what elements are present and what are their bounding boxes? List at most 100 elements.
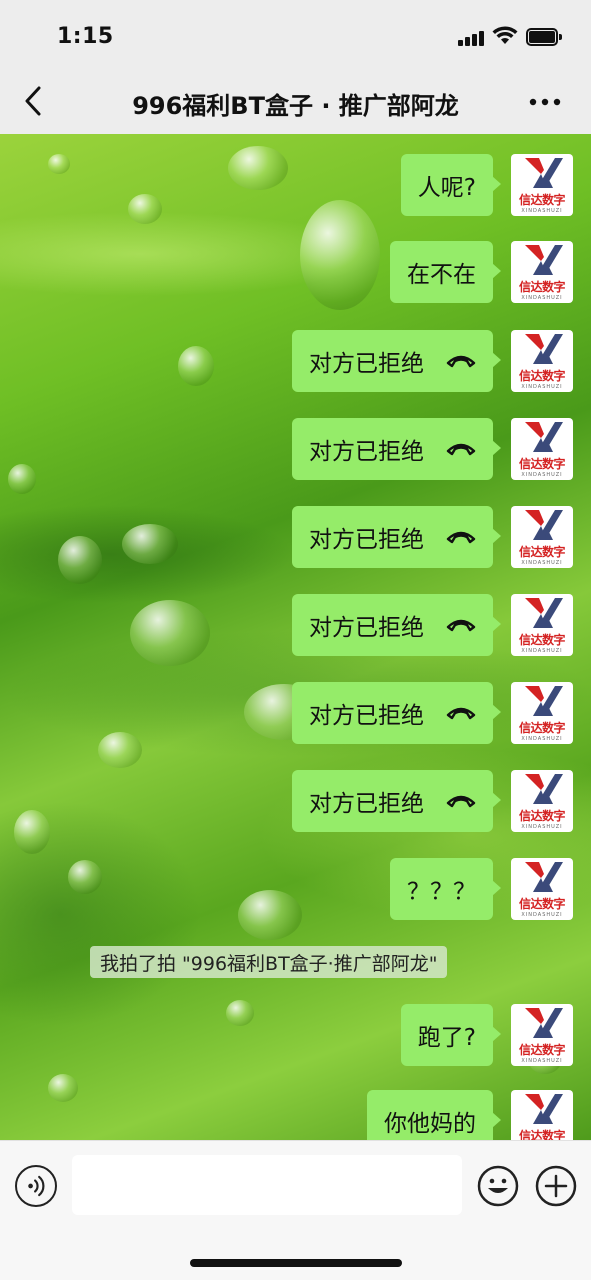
message-bubble[interactable]: 在不在 [390,241,501,303]
user-avatar[interactable]: 信达数字XINDASHUZI [511,154,573,216]
message-row: ？？？ 信达数字 XINDASHUZI [93,858,573,920]
user-avatar[interactable]: 信达数字XINDASHUZI [511,506,573,568]
water-drop [8,464,36,494]
avatar-name: 信达数字 [518,721,566,735]
message-text: 对方已拒绝 [309,615,424,641]
phone-hangup-icon [446,707,476,720]
message-text: 你他妈的 [384,1111,476,1137]
user-avatar[interactable]: 信达数字XINDASHUZI [511,330,573,392]
message-row: 对方已拒绝 信达数字 XINDASHUZI [93,682,573,744]
input-bar [0,1140,591,1280]
user-avatar[interactable]: 信达数字XINDASHUZI [511,1090,573,1140]
brand-logo-icon [525,862,563,892]
avatar-subtitle: XINDASHUZI [521,824,563,830]
pat-system-message: 我拍了拍 "996福利BT盒子·推广部阿龙" [90,946,448,978]
message-row: 在不在 信达数字 XINDASHUZI [93,241,573,303]
more-icon[interactable] [528,92,562,112]
avatar-subtitle: XINDASHUZI [521,912,563,918]
avatar-name: 信达数字 [518,1043,566,1057]
message-text: 对方已拒绝 [309,351,424,377]
status-bar: 1:15 [0,0,591,70]
call-record-bubble[interactable]: 对方已拒绝 [292,330,501,392]
brand-logo-icon [525,598,563,628]
message-text: ？？？ [407,879,476,905]
water-drop [48,1074,78,1102]
message-row: 对方已拒绝 信达数字 XINDASHUZI [93,330,573,392]
avatar-name: 信达数字 [518,193,566,207]
brand-logo-icon [525,245,563,275]
message-row: 对方已拒绝 信达数字 XINDASHUZI [93,418,573,480]
brand-logo-icon [525,510,563,540]
message-text: 对方已拒绝 [309,527,424,553]
message-bubble[interactable]: 人呢? [400,154,502,216]
user-avatar[interactable]: 信达数字XINDASHUZI [511,1004,573,1066]
user-avatar[interactable]: 信达数字XINDASHUZI [511,594,573,656]
emoji-icon[interactable] [477,1165,519,1207]
battery-icon [526,28,562,46]
call-record-bubble[interactable]: 对方已拒绝 [292,506,501,568]
back-icon[interactable] [20,84,46,118]
avatar-subtitle: XINDASHUZI [521,1058,563,1064]
avatar-subtitle: XINDASHUZI [521,384,563,390]
voice-icon[interactable] [15,1165,57,1207]
nav-bar: 996福利BT盒子 · 推广部阿龙 [0,70,591,134]
message-bubble[interactable]: 你他妈的 [367,1090,501,1140]
brand-logo-icon [525,158,563,188]
message-row: 跑了? 信达数字 XINDASHUZI [93,1004,573,1066]
message-row: 人呢? 信达数字 XINDASHUZI [93,154,573,216]
message-bubble[interactable]: 跑了? [400,1004,502,1066]
user-avatar[interactable]: 信达数字XINDASHUZI [511,770,573,832]
phone-hangup-icon [446,443,476,456]
water-drop [48,154,70,174]
message-text: 对方已拒绝 [309,703,424,729]
call-record-bubble[interactable]: 对方已拒绝 [292,682,501,744]
call-record-bubble[interactable]: 对方已拒绝 [292,418,501,480]
phone-hangup-icon [446,619,476,632]
brand-logo-icon [525,422,563,452]
message-row: 对方已拒绝 信达数字 XINDASHUZI [93,594,573,656]
user-avatar[interactable]: 信达数字XINDASHUZI [511,858,573,920]
chat-title: 996福利BT盒子 · 推广部阿龙 [132,92,459,120]
call-record-bubble[interactable]: 对方已拒绝 [292,594,501,656]
avatar-name: 信达数字 [518,809,566,823]
message-text: 对方已拒绝 [309,439,424,465]
phone-hangup-icon [446,531,476,544]
brand-logo-icon [525,686,563,716]
message-text: 人呢? [417,175,476,201]
message-row: 对方已拒绝 信达数字 XINDASHUZI [93,770,573,832]
water-drop [14,810,50,854]
brand-logo-icon [525,774,563,804]
phone-hangup-icon [446,795,476,808]
brand-logo-icon [525,1094,563,1124]
message-row: 对方已拒绝 信达数字 XINDASHUZI [93,506,573,568]
avatar-subtitle: XINDASHUZI [521,560,563,566]
avatar-name: 信达数字 [518,457,566,471]
message-text: 对方已拒绝 [309,791,424,817]
cellular-signal-icon [458,30,484,46]
status-time: 1:15 [57,24,114,49]
avatar-subtitle: XINDASHUZI [521,472,563,478]
brand-logo-icon [525,334,563,364]
brand-logo-icon [525,1008,563,1038]
phone-hangup-icon [446,355,476,368]
message-input[interactable] [72,1155,462,1215]
user-avatar[interactable]: 信达数字XINDASHUZI [511,418,573,480]
avatar-name: 信达数字 [518,897,566,911]
user-avatar[interactable]: 信达数字XINDASHUZI [511,241,573,303]
avatar-name: 信达数字 [518,369,566,383]
avatar-name: 信达数字 [518,1129,566,1140]
message-text: 在不在 [407,262,476,288]
plus-icon[interactable] [535,1165,577,1207]
avatar-subtitle: XINDASHUZI [521,295,563,301]
message-text: 跑了? [417,1025,476,1051]
call-record-bubble[interactable]: 对方已拒绝 [292,770,501,832]
wifi-icon [492,26,518,44]
avatar-subtitle: XINDASHUZI [521,208,563,214]
avatar-name: 信达数字 [518,545,566,559]
user-avatar[interactable]: 信达数字XINDASHUZI [511,682,573,744]
chat-area[interactable]: 我拍了拍 "996福利BT盒子·推广部阿龙" 人呢? 信达数字 XINDASHUZI… [0,134,591,1140]
home-indicator [190,1259,402,1267]
message-bubble[interactable]: ？？？ [390,858,501,920]
avatar-subtitle: XINDASHUZI [521,648,563,654]
avatar-name: 信达数字 [518,633,566,647]
